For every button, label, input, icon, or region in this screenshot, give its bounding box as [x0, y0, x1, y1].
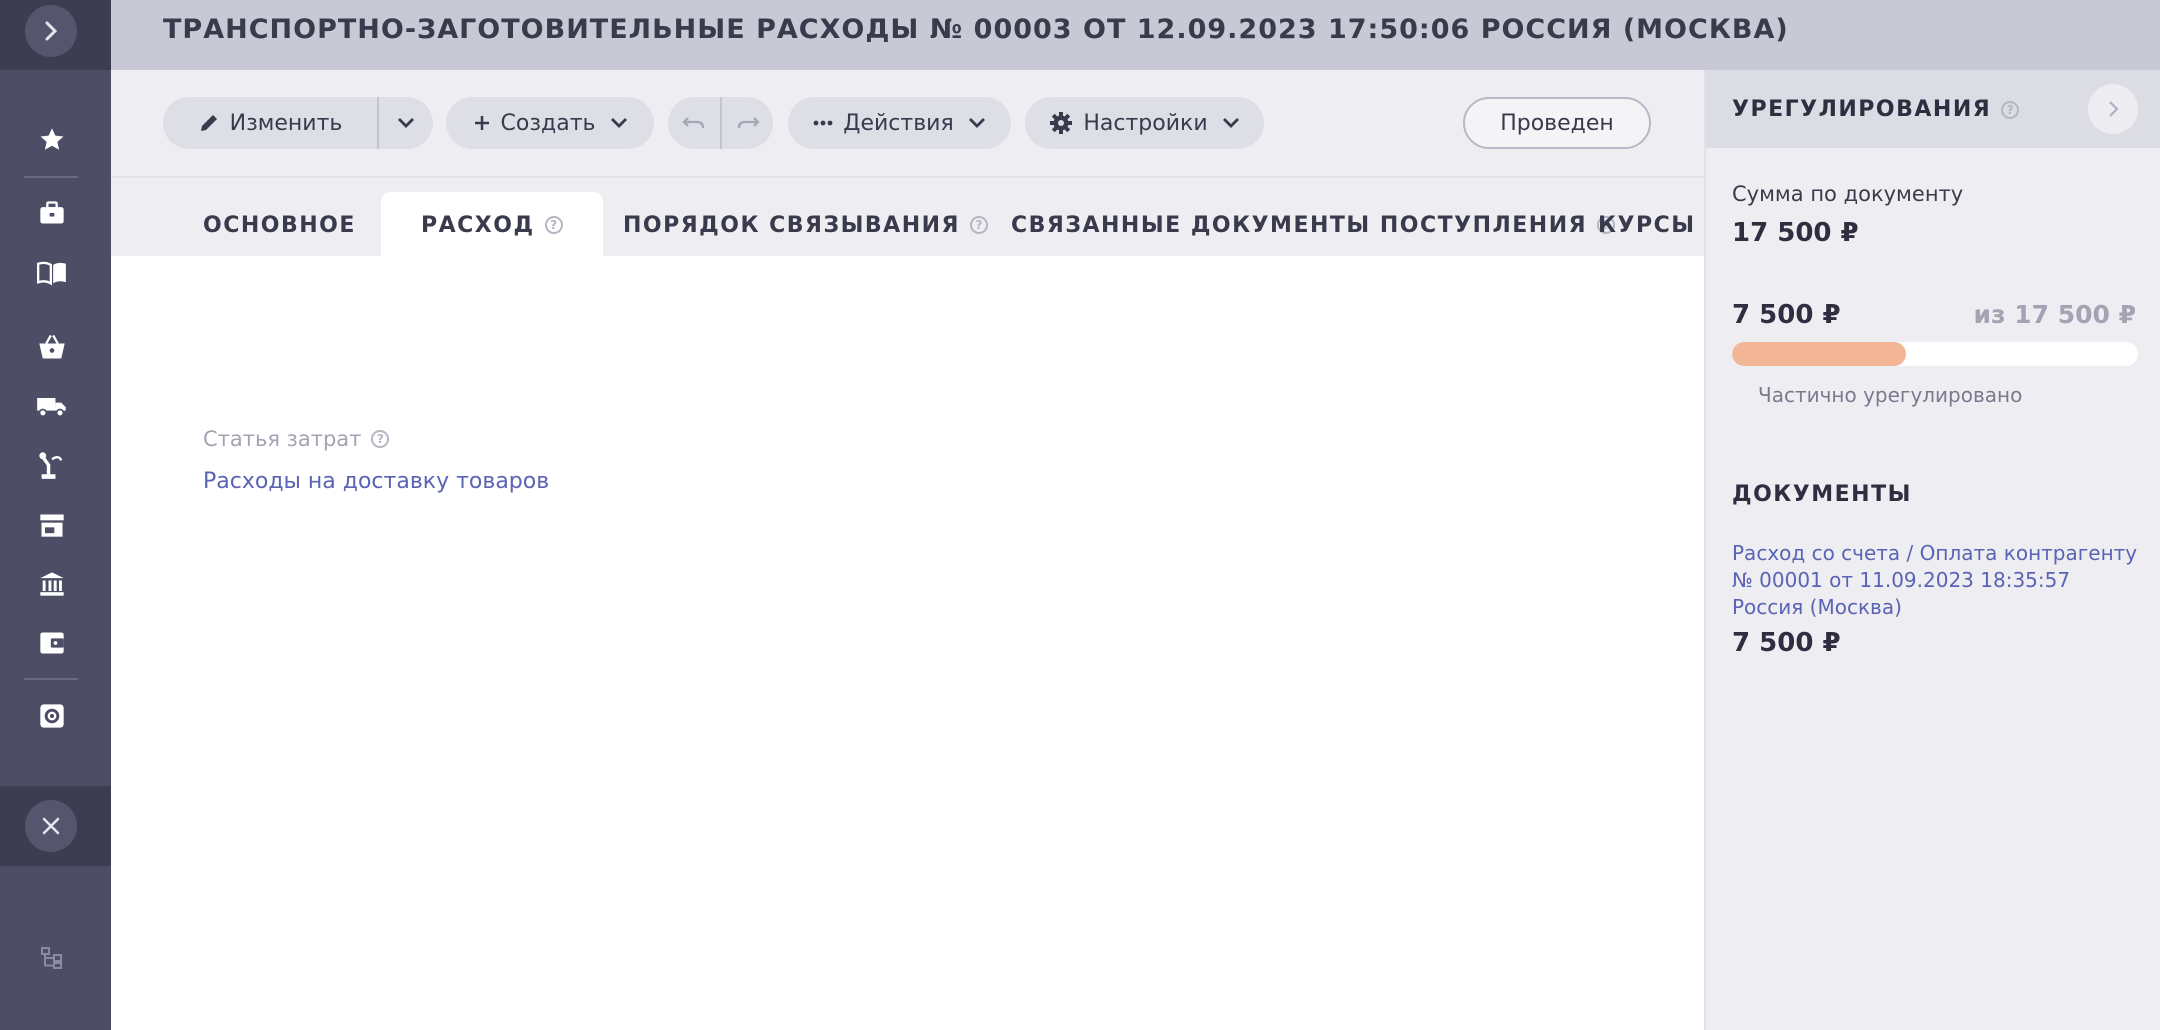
tab-bar: ОСНОВНОЕ РАСХОД ? ПОРЯДОК СВЯЗЫВАНИЯ ? С… — [111, 176, 1704, 258]
sidebar-item-bank[interactable] — [0, 559, 104, 609]
wallet-icon — [40, 632, 64, 654]
sidebar-expand-button[interactable] — [25, 5, 77, 57]
redo-icon — [737, 117, 760, 129]
chevron-down-icon — [1222, 117, 1240, 129]
tab-label: ОСНОВНОЕ — [203, 212, 356, 238]
more-horizontal-icon — [813, 120, 833, 126]
cost-item-label: Статья затрат ? — [203, 427, 390, 451]
pencil-icon — [200, 115, 217, 131]
store-icon — [40, 514, 64, 537]
total-amount: из 17 500 ₽ — [1973, 300, 2136, 329]
tab-related-receipts[interactable]: СВЯЗАННЫЕ ДОКУМЕНТЫ ПОСТУПЛЕНИЯ ? — [1011, 192, 1616, 258]
sidebar-divider — [24, 678, 78, 680]
settlement-panel: УРЕГУЛИРОВАНИЯ ? Сумма по документу 17 5… — [1704, 70, 2160, 1030]
tab-main[interactable]: ОСНОВНОЕ — [203, 192, 356, 258]
posted-status-button[interactable]: Проведен — [1463, 97, 1651, 149]
settlement-progress-fill — [1732, 342, 1906, 366]
settlement-panel-header: УРЕГУЛИРОВАНИЯ ? — [1706, 70, 2160, 148]
sidebar-item-business[interactable] — [0, 188, 104, 238]
cost-item-link[interactable]: Расходы на доставку товаров — [203, 469, 549, 494]
bank-icon — [40, 572, 64, 596]
edit-dropdown-button[interactable] — [377, 97, 433, 149]
sidebar-close-zone — [0, 786, 111, 866]
sidebar-item-settings[interactable] — [0, 691, 104, 741]
star-icon — [40, 128, 64, 150]
collapse-panel-button[interactable] — [2088, 84, 2138, 134]
tab-label: КУРСЫ — [1598, 212, 1696, 238]
chevron-down-icon — [610, 117, 628, 129]
tab-rates[interactable]: КУРСЫ — [1598, 192, 1696, 258]
help-icon[interactable]: ? — [371, 430, 390, 448]
chevron-down-icon — [968, 117, 986, 129]
sidebar-divider — [24, 176, 78, 178]
truck-icon — [37, 398, 66, 418]
settlement-progress-bar — [1732, 342, 2138, 366]
close-icon — [42, 817, 60, 835]
edit-button-label: Изменить — [229, 110, 343, 136]
sidebar-item-directory[interactable] — [0, 248, 104, 298]
page-header: ТРАНСПОРТНО-ЗАГОТОВИТЕЛЬНЫЕ РАСХОДЫ № 00… — [111, 0, 2160, 70]
tab-linking-order[interactable]: ПОРЯДОК СВЯЗЫВАНИЯ ? — [623, 192, 988, 258]
chevron-down-icon — [398, 118, 414, 128]
hierarchy-icon — [41, 947, 62, 969]
basket-icon — [39, 334, 65, 359]
document-sum-value: 17 500 ₽ — [1732, 218, 1859, 248]
documents-section-title: ДОКУМЕНТЫ — [1732, 482, 1912, 507]
sidebar-item-production[interactable] — [0, 440, 104, 490]
page-title: ТРАНСПОРТНО-ЗАГОТОВИТЕЛЬНЫЕ РАСХОДЫ № 00… — [163, 14, 1789, 45]
toolbar: Изменить Создать Действия Настройки Пров… — [111, 70, 1704, 176]
sidebar — [0, 0, 111, 1030]
plus-icon — [474, 116, 489, 130]
actions-button[interactable]: Действия — [788, 97, 1011, 149]
help-icon[interactable]: ? — [544, 216, 563, 234]
edit-button[interactable]: Изменить — [163, 97, 377, 149]
gear-icon — [1050, 112, 1073, 134]
sidebar-structure-button[interactable] — [0, 940, 104, 976]
settings-icon — [40, 704, 64, 728]
settlement-panel-title: УРЕГУЛИРОВАНИЯ ? — [1732, 97, 2020, 122]
tab-label: СВЯЗАННЫЕ ДОКУМЕНТЫ ПОСТУПЛЕНИЯ — [1011, 212, 1588, 238]
tab-label: РАСХОД — [421, 212, 535, 238]
cost-item-label-text: Статья затрат — [203, 427, 362, 451]
document-amount: 7 500 ₽ — [1732, 628, 1841, 658]
actions-button-label: Действия — [843, 110, 954, 136]
sidebar-top — [0, 0, 111, 70]
sidebar-item-sales[interactable] — [0, 322, 104, 372]
tab-label: ПОРЯДОК СВЯЗЫВАНИЯ — [623, 212, 960, 238]
document-sum-label: Сумма по документу — [1732, 182, 1964, 206]
tab-expense[interactable]: РАСХОД ? — [381, 192, 603, 258]
create-button-label: Создать — [500, 110, 596, 136]
create-button[interactable]: Создать — [446, 97, 654, 149]
chevron-right-icon — [2109, 101, 2119, 117]
sidebar-item-purchases[interactable] — [0, 381, 104, 431]
document-link[interactable]: Расход со счета / Оплата контрагенту № 0… — [1732, 540, 2142, 621]
undo-icon — [682, 117, 705, 129]
book-icon — [37, 261, 66, 286]
redo-button[interactable] — [720, 97, 773, 149]
robot-arm-icon — [39, 452, 63, 479]
help-icon[interactable]: ? — [2001, 100, 2020, 119]
settings-button-label: Настройки — [1083, 110, 1208, 136]
settled-amount: 7 500 ₽ — [1732, 300, 1841, 330]
undo-button[interactable] — [668, 97, 720, 149]
sidebar-item-finance[interactable] — [0, 618, 104, 668]
chevron-right-icon — [45, 21, 58, 41]
briefcase-icon — [40, 201, 64, 224]
settings-button[interactable]: Настройки — [1025, 97, 1264, 149]
posted-status-label: Проведен — [1500, 110, 1614, 136]
settlement-title-text: УРЕГУЛИРОВАНИЯ — [1732, 97, 1992, 122]
help-icon[interactable]: ? — [969, 216, 988, 234]
settlement-status: Частично урегулировано — [1758, 383, 2023, 407]
sidebar-item-warehouse[interactable] — [0, 500, 104, 550]
sidebar-item-favorites[interactable] — [0, 115, 104, 165]
close-button[interactable] — [25, 800, 77, 852]
